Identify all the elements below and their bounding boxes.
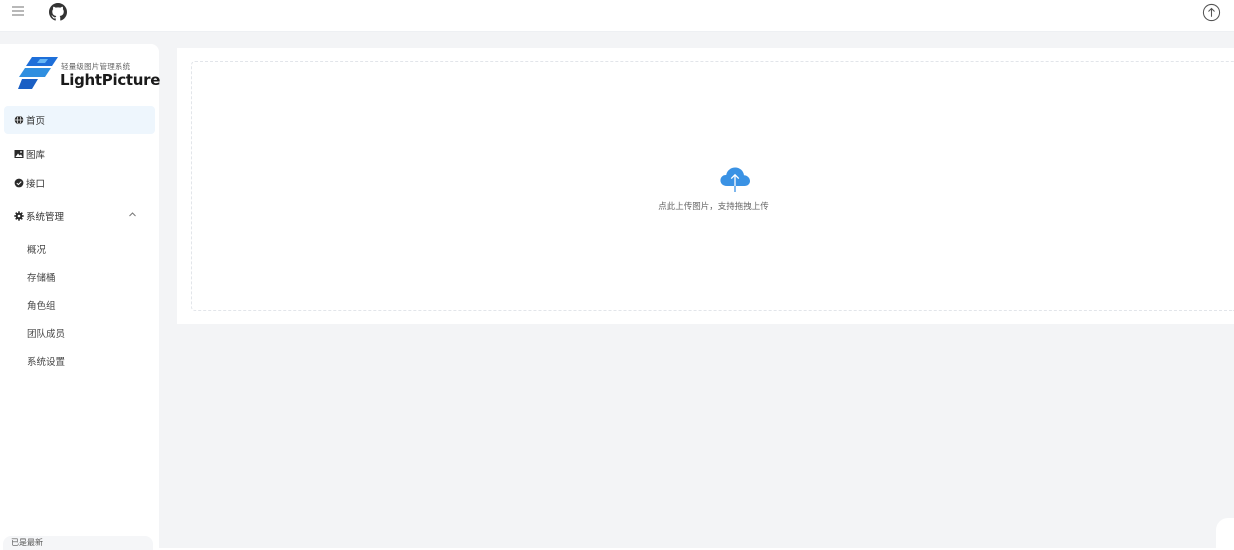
sidebar-item-system-management[interactable]: 系统管理 <box>4 202 155 230</box>
sidebar-item-home[interactable]: 首页 <box>4 106 155 134</box>
check-circle-icon <box>14 178 24 188</box>
lightpicture-logo-mark <box>18 57 58 89</box>
logo-brand: LightPicture <box>60 71 161 89</box>
upload-card: 点此上传图片，支持拖拽上传 <box>177 48 1234 324</box>
sidebar: 轻量级图片管理系统 LightPicture 首页 图库 接口 系统管理 概况 … <box>0 44 160 550</box>
sidebar-item-gallery[interactable]: 图库 <box>4 140 155 168</box>
app-shell: 轻量级图片管理系统 LightPicture 首页 图库 接口 系统管理 概况 … <box>0 32 1234 550</box>
image-icon <box>14 150 24 158</box>
github-icon[interactable] <box>49 3 67 21</box>
upload-dropzone[interactable]: 点此上传图片，支持拖拽上传 <box>191 61 1234 311</box>
logo[interactable]: 轻量级图片管理系统 LightPicture <box>18 57 160 93</box>
sidebar-subitem-overview[interactable]: 概况 <box>27 242 46 256</box>
hamburger-menu-icon[interactable] <box>11 4 25 18</box>
circle-arrow-up-icon[interactable] <box>1202 3 1221 22</box>
upload-hint: 点此上传图片，支持拖拽上传 <box>658 202 769 212</box>
globe-icon <box>14 115 24 125</box>
chevron-up-icon <box>129 212 136 217</box>
sidebar-subitem-role-groups[interactable]: 角色组 <box>27 298 56 312</box>
sidebar-item-label: 首页 <box>26 116 46 127</box>
sidebar-item-label: 系统管理 <box>26 212 65 223</box>
sidebar-subitem-storage-buckets[interactable]: 存储桶 <box>27 270 56 284</box>
sidebar-subitem-system-settings[interactable]: 系统设置 <box>27 354 65 368</box>
sidebar-item-label: 图库 <box>26 150 46 161</box>
gear-icon <box>14 211 24 221</box>
sidebar-item-api[interactable]: 接口 <box>4 169 155 197</box>
top-bar <box>0 0 1234 32</box>
corner-tab <box>1216 518 1234 548</box>
cloud-upload-icon <box>720 167 750 192</box>
sidebar-subitem-team-members[interactable]: 团队成员 <box>27 326 65 340</box>
sidebar-item-label: 接口 <box>26 179 46 190</box>
